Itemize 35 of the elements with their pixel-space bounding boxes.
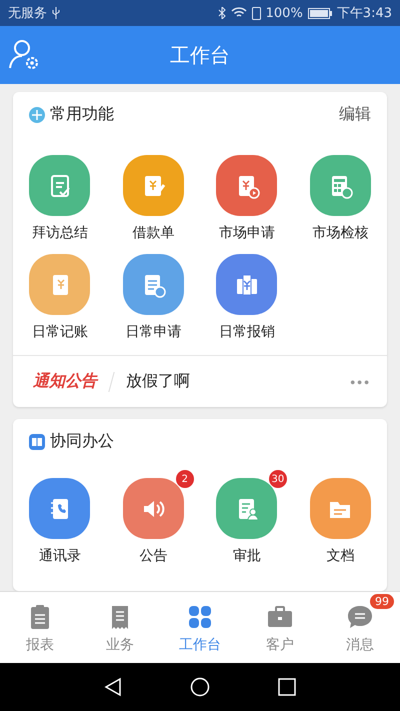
count-badge: 30 [268,470,288,488]
function-shortcut[interactable]: 市场检核 [294,155,387,242]
battery-icon [308,8,332,18]
sim-icon [252,6,261,20]
usb-icon [52,7,60,19]
clock-text: 下午3:43 [336,5,392,22]
tab[interactable]: 消息 99 [320,592,400,663]
count-badge: 99 [370,594,394,609]
back-icon[interactable] [104,677,122,697]
tab[interactable]: 业务 [80,592,160,663]
collaboration-shortcut[interactable]: 文档 [294,478,387,565]
notice-tag: 通知公告 [33,371,97,392]
recents-icon[interactable] [278,678,296,696]
function-shortcut[interactable]: 日常申请 [106,254,200,341]
function-shortcut[interactable]: 市场申请 [200,155,294,242]
function-shortcut[interactable]: 日常记账 [13,254,106,341]
tab[interactable]: 工作台 [160,592,240,663]
function-shortcut[interactable]: 借款单 [106,155,200,242]
bluetooth-icon [218,7,226,19]
edit-button[interactable]: 编辑 [339,104,371,125]
page-title: 工作台 [170,42,230,68]
count-badge: 2 [176,470,194,488]
function-shortcut[interactable]: 拜访总结 [13,155,106,242]
section-title: 协同办公 [50,431,114,452]
collaboration-shortcut[interactable]: 通讯录 [13,478,106,565]
tab[interactable]: 报表 [0,592,80,663]
home-icon[interactable] [190,677,210,697]
carrier-text: 无服务 [8,5,47,22]
section-title: 常用功能 [50,104,114,125]
notice-text[interactable]: 放假了啊 [126,371,350,392]
tab[interactable]: 客户 [240,592,320,663]
function-shortcut[interactable]: 日常报销 [200,254,294,341]
battery-percent: 100% [266,6,303,20]
wifi-icon [230,7,247,19]
book-icon [29,434,45,450]
